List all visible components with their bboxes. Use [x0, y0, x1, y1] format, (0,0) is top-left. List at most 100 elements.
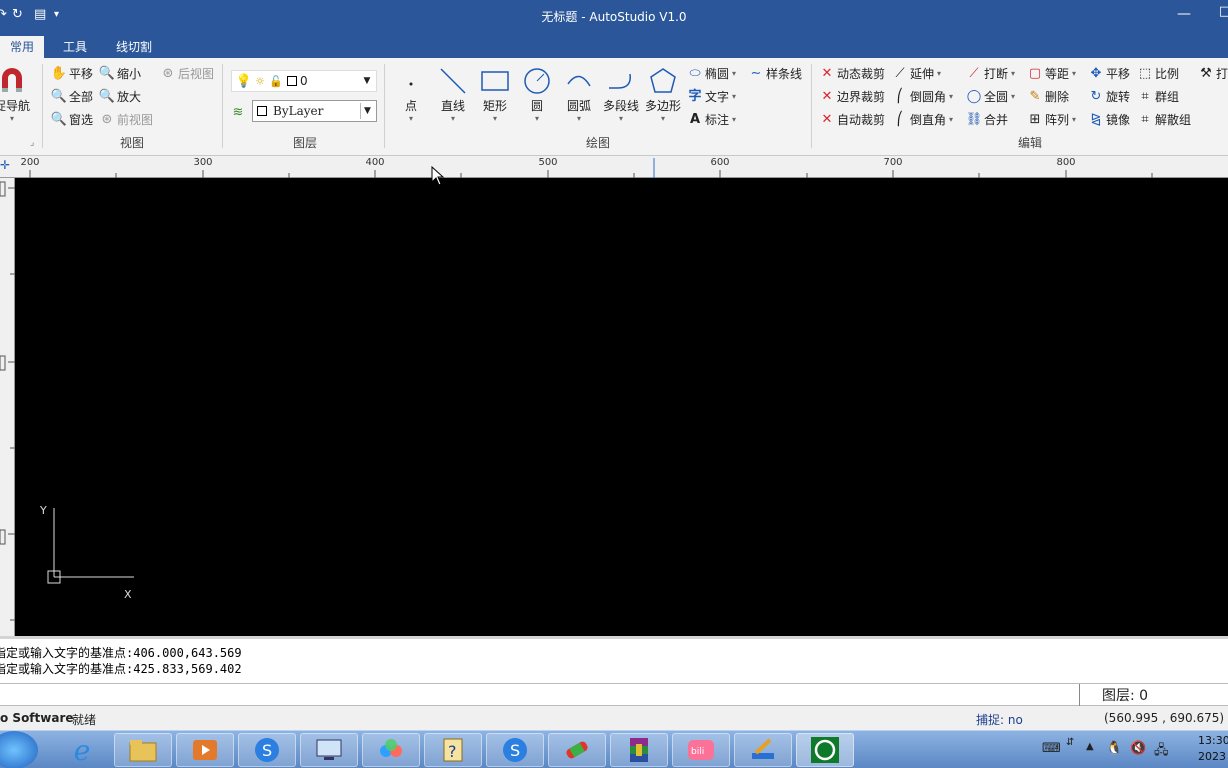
point-button[interactable]: 点 ▾ [389, 64, 433, 124]
polygon-button[interactable]: 多边形 ▾ [641, 64, 685, 124]
line-button[interactable]: 直线 ▾ [431, 64, 475, 124]
polyline-button[interactable]: 多段线 ▾ [599, 64, 643, 124]
ucs-y-label: Y [40, 504, 47, 517]
chamfer-button[interactable]: ⎛ 倒直角 ▾ [892, 110, 953, 130]
fillet-button[interactable]: ⎛ 倒圆角 ▾ [892, 87, 953, 107]
mirror-icon: ⧎ [1090, 112, 1102, 127]
media-player-icon[interactable] [176, 733, 234, 767]
linetype-select[interactable]: ByLayer ▼ [252, 100, 377, 122]
layer-manager-icon[interactable]: ≋ [230, 104, 246, 120]
extend-label: 延伸 [910, 67, 935, 81]
group-button[interactable]: ⌗ 群组 [1137, 87, 1179, 107]
language-icon[interactable]: ⇵ [1066, 737, 1074, 748]
prev-view-button[interactable]: ⊛ 后视图 [160, 64, 214, 84]
volume-muted-icon[interactable]: 🔇 [1130, 741, 1146, 756]
zoom-out-button[interactable]: 🔍 缩小 [99, 64, 141, 84]
group-divider [384, 64, 385, 148]
keyboard-icon[interactable]: ⌨ [1042, 741, 1061, 756]
array-button[interactable]: ⊞ 阵列 ▾ [1027, 110, 1076, 130]
ellipse-button[interactable]: ⬭ 椭圆 ▾ [687, 64, 736, 84]
zoom-in-label: 放大 [117, 90, 142, 104]
rectangle-button[interactable]: 矩形 ▾ [473, 64, 517, 124]
next-view-label: 前视图 [117, 113, 154, 127]
print-partial-button[interactable]: ⚒ 打 [1198, 64, 1228, 84]
tab-tools[interactable]: 工具 [53, 36, 97, 58]
zoom-window-icon: 🔍 [50, 112, 68, 127]
zoom-in-button[interactable]: 🔍 放大 [99, 87, 141, 107]
zoom-all-button[interactable]: 🔍 全部 [51, 87, 93, 107]
snap-status[interactable]: 捕捉: no [976, 711, 1023, 728]
remote-desktop-icon[interactable] [300, 733, 358, 767]
baidu-netdisk-icon[interactable] [362, 733, 420, 767]
spline-button[interactable]: ∼ 样条线 [748, 64, 802, 84]
group-launcher-icon[interactable]: ⌟ [30, 138, 34, 148]
dimension-button[interactable]: A 标注 ▾ [687, 110, 736, 130]
ungroup-button[interactable]: ⌗ 解散组 [1137, 110, 1191, 130]
full-circle-button[interactable]: ◯ 全圆 ▾ [966, 87, 1015, 107]
svg-text:?: ? [448, 742, 457, 761]
ellipse-label: 椭圆 [705, 67, 730, 81]
move-button[interactable]: ✥ 平移 [1088, 64, 1130, 84]
magnet-icon [0, 64, 34, 98]
arc-label: 圆弧 [566, 99, 591, 113]
network-icon[interactable]: 🖧 [1154, 741, 1169, 763]
chevron-down-icon: ▾ [732, 115, 737, 124]
svg-text:S: S [510, 741, 520, 760]
mirror-button[interactable]: ⧎ 镜像 [1088, 110, 1130, 130]
command-input[interactable]: 图层: 0 [0, 684, 1228, 706]
cursor-coordinates: (560.995 , 690.675) [1104, 711, 1225, 725]
edit-group-label: 编辑 [1017, 136, 1042, 150]
line-icon [431, 64, 475, 98]
maximize-button[interactable]: □ [1215, 4, 1228, 19]
status-bar: o Software 就绪 捕捉: no (560.995 , 690.675) [0, 706, 1228, 730]
winrar-icon[interactable] [610, 733, 668, 767]
line-label: 直线 [440, 99, 465, 113]
rotate-label: 旋转 [1106, 90, 1131, 104]
merge-button[interactable]: ⛓ 合并 [966, 110, 1008, 130]
trim-icon: ✕ [821, 66, 833, 81]
system-clock[interactable]: 13:30 2023 [1198, 733, 1228, 765]
delete-button[interactable]: ✎ 删除 [1027, 87, 1069, 107]
extend-button[interactable]: ⟋ 延伸 ▾ [892, 64, 941, 84]
autostudio-icon[interactable] [796, 733, 854, 767]
ellipse-icon: ⬭ [689, 66, 701, 81]
sogou-icon[interactable]: S [238, 733, 296, 767]
minimize-button[interactable]: — [1174, 6, 1194, 22]
auto-trim-button[interactable]: ✕ 自动裁剪 [819, 110, 885, 130]
circle-label: 圆 [530, 99, 543, 113]
sogou-download-icon[interactable]: S [486, 733, 544, 767]
arc-button[interactable]: 圆弧 ▾ [557, 64, 601, 124]
fillet-icon: ⎛ [896, 89, 904, 104]
ie-icon[interactable]: e [62, 733, 102, 767]
brand-text: o Software [0, 711, 74, 725]
tray-expand-icon[interactable]: ▲ [1086, 741, 1094, 752]
circle-button[interactable]: 圆 ▾ [515, 64, 559, 124]
break-button[interactable]: ⟋ 打断 ▾ [966, 64, 1015, 84]
rotate-button[interactable]: ↻ 旋转 [1088, 87, 1130, 107]
bilibili-icon[interactable]: bili [672, 733, 730, 767]
tab-wire-cut[interactable]: 线切割 [106, 36, 162, 58]
boundary-trim-button[interactable]: ✕ 边界裁剪 [819, 87, 885, 107]
layer-select[interactable]: 💡 ☼ 🔓 0 ▼ [231, 70, 377, 92]
explorer-icon[interactable] [114, 733, 172, 767]
merge-label: 合并 [984, 113, 1009, 127]
scale-icon: ⬚ [1138, 66, 1152, 81]
scale-button[interactable]: ⬚ 比例 [1137, 64, 1179, 84]
paint-icon[interactable] [734, 733, 792, 767]
qq-icon[interactable]: 🐧 [1106, 741, 1122, 756]
clock-time: 13:30 [1198, 734, 1228, 747]
zoom-window-button[interactable]: 🔍 窗选 [51, 110, 93, 130]
tab-common[interactable]: 常用 [0, 36, 45, 58]
next-view-button[interactable]: ⊛ 前视图 [99, 110, 153, 130]
toolbox-icon[interactable] [548, 733, 606, 767]
start-button[interactable] [0, 731, 38, 768]
snap-nav-button[interactable]: 捉导航 ▾ [0, 64, 34, 124]
offset-button[interactable]: ▢ 等距 ▾ [1027, 64, 1076, 84]
pan-button[interactable]: ✋ 平移 [51, 64, 93, 84]
text-button[interactable]: 字文字 ▾ [687, 87, 736, 107]
command-line: 指定或输入文字的基准点:425.833,569.402 [0, 662, 242, 676]
app-window: ↷ ↻ ▤ ▾ 无标题 - AutoStudio V1.0 — □ 常用 工具 … [0, 0, 1228, 768]
dynamic-trim-button[interactable]: ✕ 动态裁剪 [819, 64, 885, 84]
help-icon[interactable]: ? [424, 733, 482, 767]
drawing-canvas[interactable]: Y X [15, 178, 1228, 636]
